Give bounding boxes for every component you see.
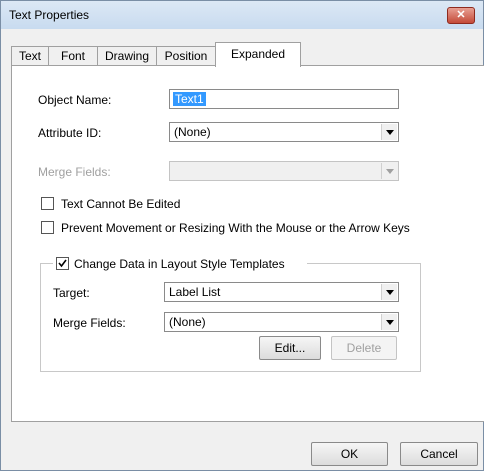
ok-button[interactable]: OK (311, 442, 388, 466)
tab-text[interactable]: Text (11, 46, 49, 65)
prevent-movement-checkbox[interactable] (41, 221, 54, 234)
attribute-id-dropdown[interactable]: (None) (169, 122, 399, 142)
chevron-down-icon[interactable] (381, 284, 397, 300)
edit-button[interactable]: Edit... (259, 336, 321, 360)
object-name-field[interactable]: Text1 (169, 89, 399, 109)
chevron-down-icon[interactable] (381, 314, 397, 330)
delete-button[interactable]: Delete (331, 336, 397, 360)
title-bar: Text Properties ✕ (1, 1, 483, 29)
object-name-label: Object Name: (38, 93, 112, 107)
prevent-movement-label: Prevent Movement or Resizing With the Mo… (61, 221, 410, 235)
merge-fields-dropdown[interactable] (169, 161, 399, 181)
close-button[interactable]: ✕ (447, 7, 475, 24)
text-properties-dialog: Text Properties ✕ Text Font Drawing Posi… (0, 0, 484, 471)
group-merge-fields-dropdown[interactable]: (None) (164, 312, 399, 332)
group-merge-fields-value: (None) (169, 315, 206, 329)
text-cannot-be-edited-checkbox[interactable] (41, 197, 54, 210)
tab-expanded[interactable]: Expanded (215, 42, 301, 67)
window-title: Text Properties (9, 8, 90, 22)
tab-font[interactable]: Font (48, 46, 98, 65)
change-data-checkbox[interactable] (56, 257, 69, 270)
tab-drawing[interactable]: Drawing (97, 46, 157, 65)
tab-position[interactable]: Position (156, 46, 216, 65)
change-data-label: Change Data in Layout Style Templates (74, 257, 285, 271)
chevron-down-icon[interactable] (381, 124, 397, 140)
object-name-value: Text1 (173, 92, 206, 106)
chevron-down-icon[interactable] (381, 163, 397, 179)
merge-fields-label: Merge Fields: (38, 165, 111, 179)
attribute-id-value: (None) (174, 125, 211, 139)
target-value: Label List (169, 285, 221, 299)
target-dropdown[interactable]: Label List (164, 282, 399, 302)
text-cannot-be-edited-label: Text Cannot Be Edited (61, 197, 181, 211)
group-merge-fields-label: Merge Fields: (53, 316, 126, 330)
attribute-id-label: Attribute ID: (38, 126, 102, 140)
target-label: Target: (53, 286, 90, 300)
cancel-button[interactable]: Cancel (400, 442, 478, 466)
